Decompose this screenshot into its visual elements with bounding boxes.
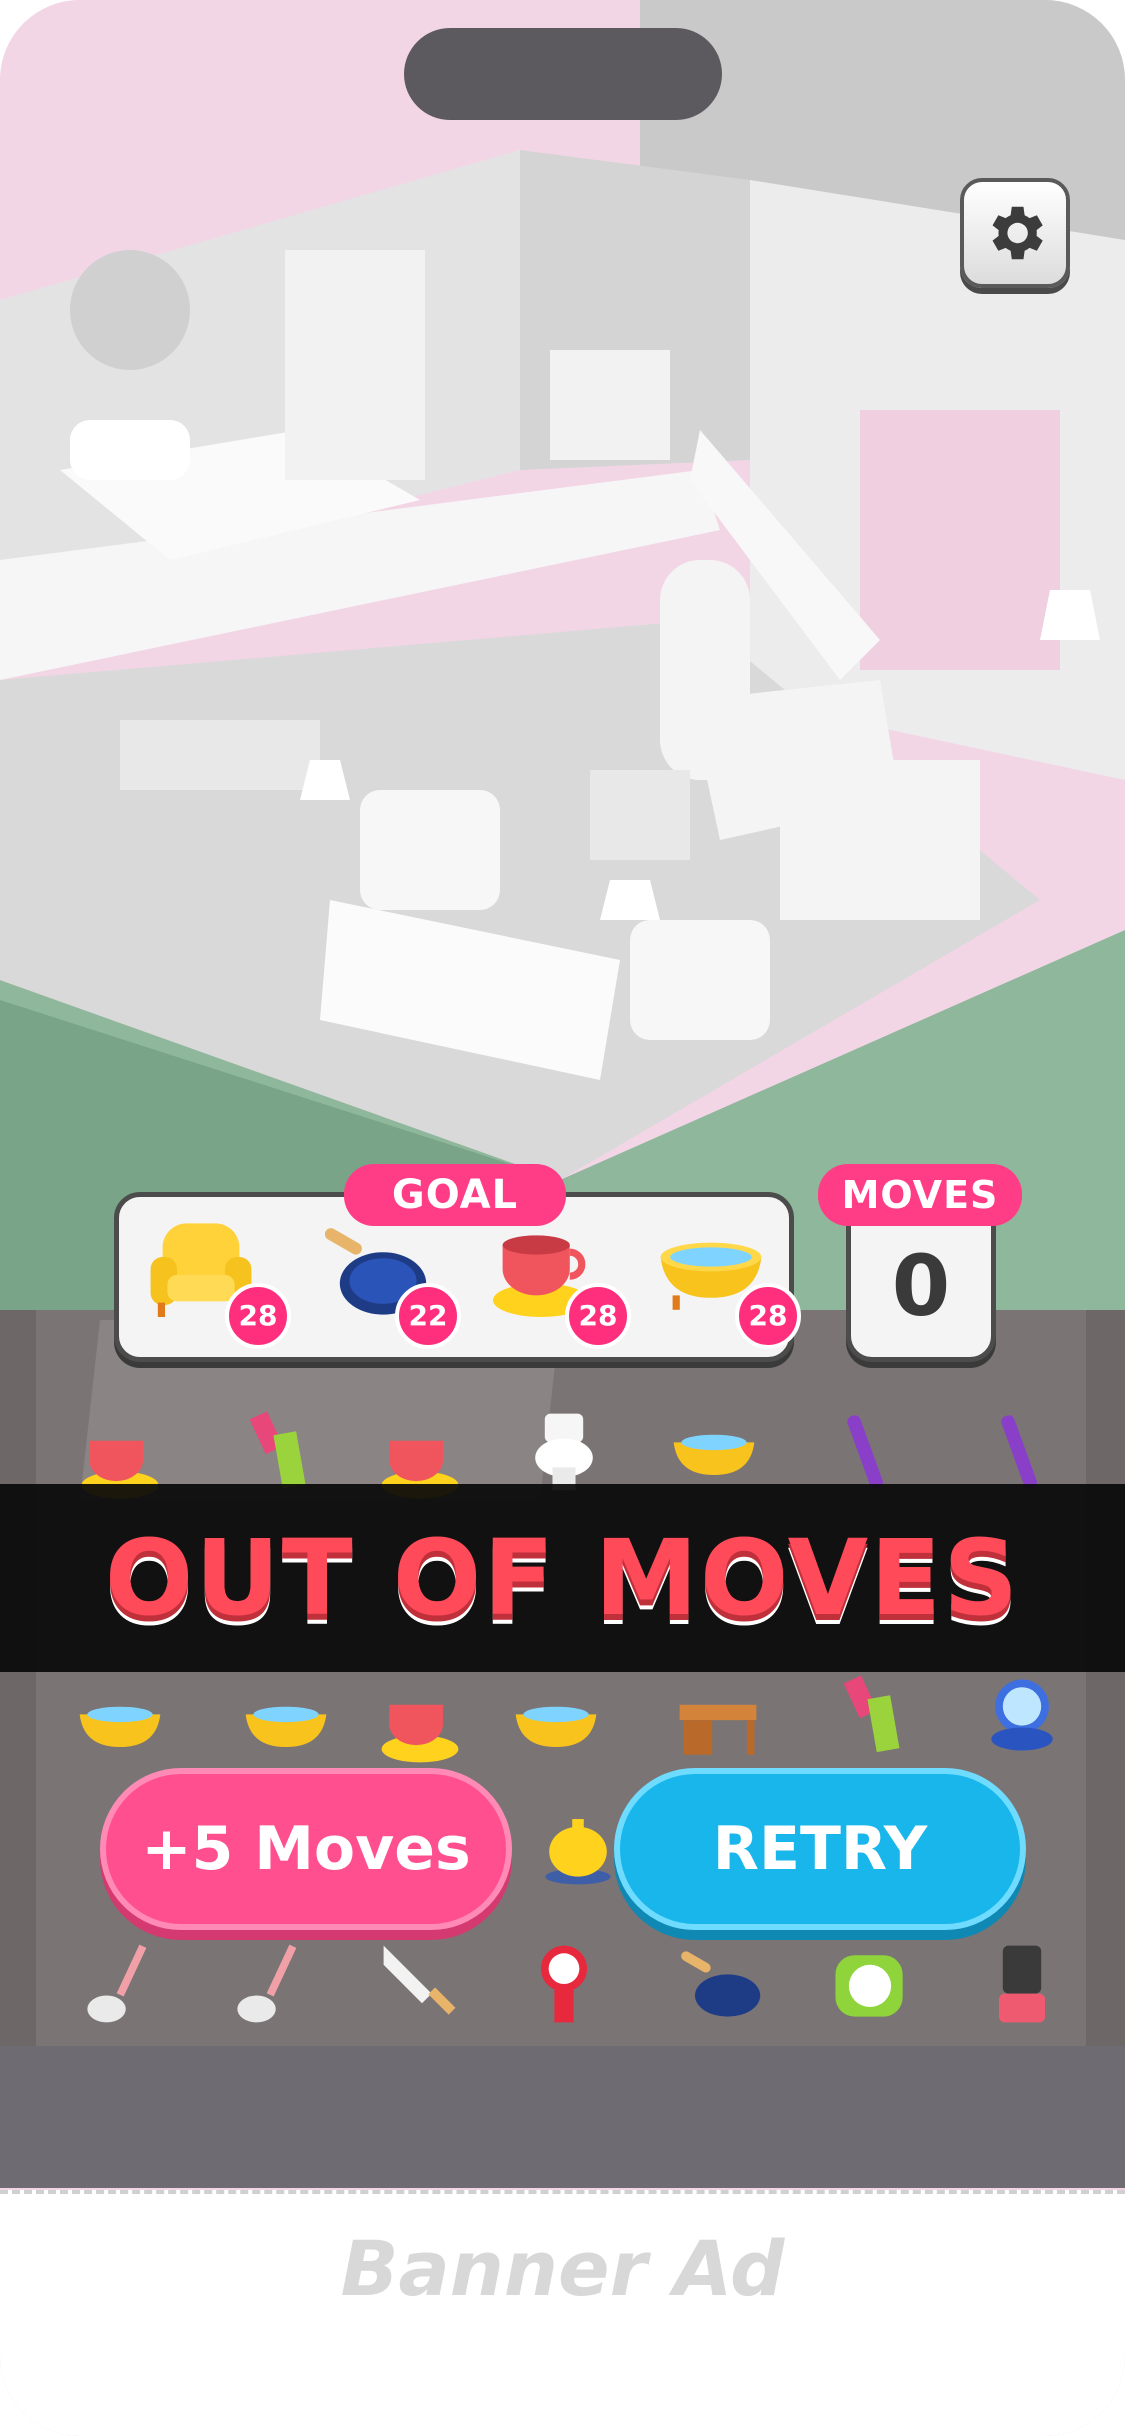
ladle-icon [237,1944,297,2023]
compact-mirror-icon [991,1679,1053,1751]
gear-icon [992,206,1043,260]
bathtub-icon [79,1706,161,1748]
frying-pan-icon [681,1951,761,2017]
desk-icon [679,1704,757,1755]
goal-item-armchair: 28 [141,1209,291,1349]
add-moves-button[interactable]: +5 Moves [100,1768,512,1930]
settings-button[interactable] [960,178,1070,288]
goal-item-frying-pan: 22 [311,1209,461,1349]
goal-count: 28 [735,1283,801,1349]
goal-count: 22 [395,1283,461,1349]
moves-label: MOVES [818,1164,1022,1226]
moves-count: 0 [891,1237,951,1335]
blender-icon [998,1945,1046,2023]
goal-count: 28 [565,1283,631,1349]
teacup-icon [381,1704,459,1763]
goal-item-teacup: 28 [481,1209,631,1349]
lipstick-icon [843,1675,900,1753]
ladle-icon [87,1944,147,2023]
goal-label: GOAL [344,1164,566,1226]
alarm-clock-icon [835,1955,903,2017]
retry-button[interactable]: RETRY [614,1768,1026,1930]
game-screen: 28 22 28 28 GOAL 0 MOVES OUT OF MOVES +5… [0,0,1125,2436]
clock-icon [540,1945,588,2023]
bathtub-icon [245,1706,327,1748]
bathtub-icon [515,1706,597,1748]
out-of-moves-title: OUT OF MOVES [104,1517,1021,1639]
bottom-bar [0,2046,1125,2188]
dynamic-island [404,28,722,120]
knife-icon [383,1945,456,2015]
banner-ad-label: Banner Ad [340,2224,785,2313]
goal-count: 28 [225,1283,291,1349]
teapot-icon [545,1819,611,1885]
goal-item-bathtub: 28 [651,1209,801,1349]
